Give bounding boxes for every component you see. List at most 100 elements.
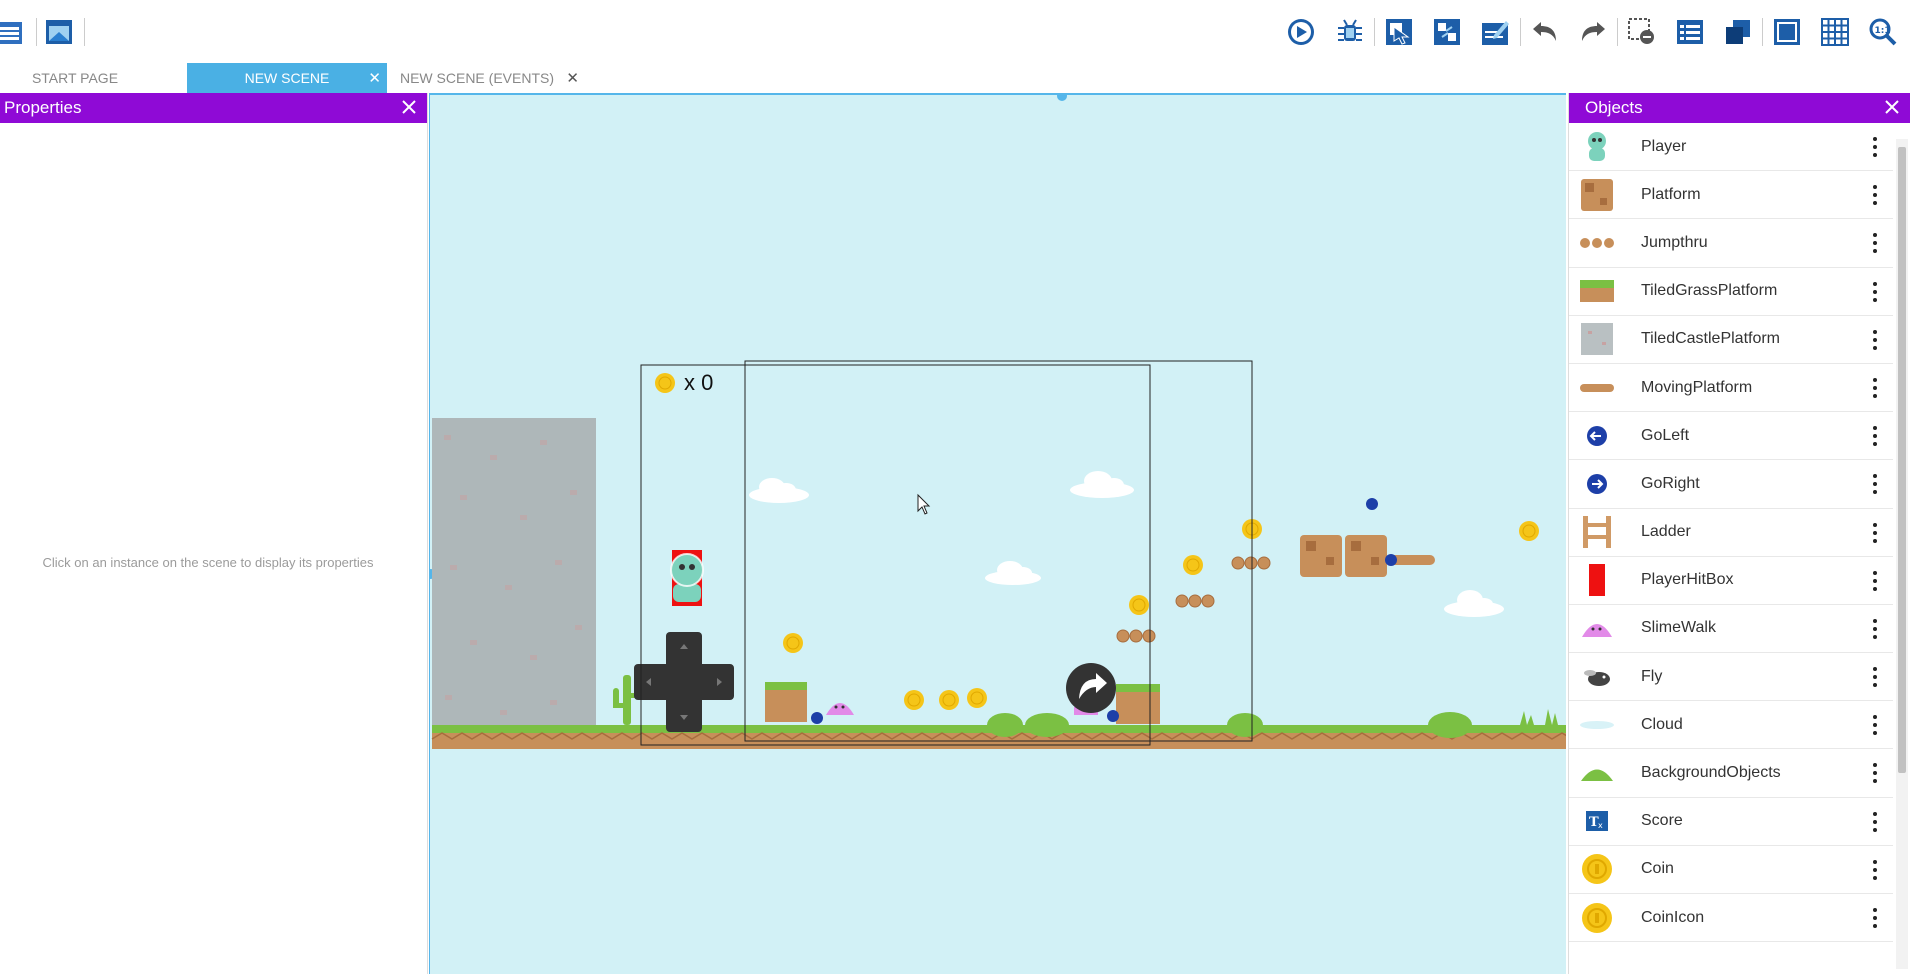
close-icon[interactable] <box>1882 97 1902 117</box>
resize-handle-top[interactable] <box>1057 95 1067 101</box>
list-item-fly[interactable]: Fly <box>1569 653 1893 702</box>
jumpthru-platform[interactable] <box>1231 556 1271 570</box>
grid-icon[interactable] <box>1817 14 1853 50</box>
coin-icon <box>1579 900 1615 936</box>
platform-block[interactable] <box>1345 535 1387 577</box>
list-item-jumpthru[interactable]: Jumpthru <box>1569 219 1893 268</box>
list-item-slime-walk[interactable]: SlimeWalk <box>1569 605 1893 654</box>
go-right-marker[interactable] <box>811 712 823 724</box>
list-item-cloud[interactable]: Cloud <box>1569 701 1893 750</box>
more-icon[interactable] <box>1867 231 1883 255</box>
instances-list-icon[interactable] <box>1672 14 1708 50</box>
object-name: Cloud <box>1641 715 1683 733</box>
objects-editor-icon[interactable] <box>1381 14 1417 50</box>
more-icon[interactable] <box>1867 761 1883 785</box>
jumpthru-platform[interactable] <box>1175 594 1215 608</box>
list-item-go-right[interactable]: GoRight <box>1569 460 1893 509</box>
coin-icon <box>1579 851 1615 887</box>
coin[interactable] <box>904 690 924 710</box>
object-name: Ladder <box>1641 523 1691 541</box>
fly-icon <box>1579 659 1615 695</box>
list-item-ladder[interactable]: Ladder <box>1569 509 1893 557</box>
grass-platform-small[interactable] <box>1116 684 1160 724</box>
tab-new-scene[interactable]: NEW SCENE ✕ <box>187 63 387 93</box>
list-item-coin-icon[interactable]: CoinIcon <box>1569 894 1893 943</box>
bush[interactable] <box>1428 712 1472 738</box>
more-icon[interactable] <box>1867 183 1883 207</box>
platform-block[interactable] <box>1300 535 1342 577</box>
layers-icon[interactable] <box>1720 14 1756 50</box>
go-right-marker[interactable] <box>1385 554 1397 566</box>
go-left-marker[interactable] <box>1107 710 1119 722</box>
list-item-tiled-grass-platform[interactable]: TiledGrassPlatform <box>1569 268 1893 316</box>
more-icon[interactable] <box>1867 906 1883 930</box>
score-text[interactable]: x 0 <box>684 370 713 396</box>
object-name: GoLeft <box>1641 426 1690 444</box>
scene-list-icon[interactable] <box>42 14 78 50</box>
jump-button[interactable] <box>1066 663 1116 713</box>
jumpthru-platform[interactable] <box>1116 629 1156 643</box>
tab-close-icon[interactable]: ✕ <box>368 69 381 87</box>
more-icon[interactable] <box>1867 328 1883 352</box>
project-manager-icon[interactable] <box>0 14 30 50</box>
coin[interactable] <box>783 633 803 653</box>
objects-scrollbar[interactable] <box>1896 139 1908 969</box>
tab-start-page[interactable]: START PAGE <box>0 63 150 93</box>
debugger-icon[interactable] <box>1332 14 1368 50</box>
camera-bounds <box>744 360 1253 742</box>
more-icon[interactable] <box>1867 617 1883 641</box>
coin[interactable] <box>1519 521 1539 541</box>
list-item-player-hitbox[interactable]: PlayerHitBox <box>1569 557 1893 605</box>
go-right-icon <box>1579 466 1615 502</box>
delete-instance-icon[interactable] <box>1624 14 1660 50</box>
list-item-moving-platform[interactable]: MovingPlatform <box>1569 364 1893 413</box>
go-left-marker[interactable] <box>1366 498 1378 510</box>
list-item-background-objects[interactable]: BackgroundObjects <box>1569 749 1893 798</box>
more-icon[interactable] <box>1867 858 1883 882</box>
coin[interactable] <box>939 690 959 710</box>
more-icon[interactable] <box>1867 569 1883 593</box>
redo-icon[interactable] <box>1575 14 1611 50</box>
coin[interactable] <box>1129 595 1149 615</box>
list-item-tiled-castle-platform[interactable]: TiledCastlePlatform <box>1569 316 1893 364</box>
more-icon[interactable] <box>1867 472 1883 496</box>
platform-icon <box>1579 177 1615 213</box>
more-icon[interactable] <box>1867 521 1883 545</box>
window-mask-icon[interactable] <box>1769 14 1805 50</box>
more-icon[interactable] <box>1867 713 1883 737</box>
preview-play-icon[interactable] <box>1283 14 1319 50</box>
castle-platform-icon <box>1579 321 1615 357</box>
tab-new-scene-events[interactable]: NEW SCENE (EVENTS) ✕ <box>387 63 587 93</box>
properties-editor-icon[interactable] <box>1477 14 1513 50</box>
coin[interactable] <box>1183 555 1203 575</box>
object-groups-icon[interactable] <box>1429 14 1465 50</box>
bush[interactable] <box>987 713 1023 737</box>
coin[interactable] <box>967 688 987 708</box>
coin-icon[interactable] <box>655 373 675 393</box>
list-item-platform[interactable]: Platform <box>1569 171 1893 220</box>
undo-icon[interactable] <box>1527 14 1563 50</box>
list-item-coin[interactable]: Coin <box>1569 846 1893 894</box>
list-item-go-left[interactable]: GoLeft <box>1569 412 1893 461</box>
close-icon[interactable] <box>399 97 419 117</box>
player[interactable] <box>670 550 704 606</box>
more-icon[interactable] <box>1867 280 1883 304</box>
bush[interactable] <box>1227 713 1263 737</box>
scene-canvas[interactable]: x 0 <box>429 93 1566 974</box>
dpad-control[interactable] <box>634 632 734 732</box>
more-icon[interactable] <box>1867 135 1883 159</box>
svg-text:x: x <box>1598 821 1603 830</box>
list-item-player[interactable]: Player <box>1569 123 1893 172</box>
tab-close-icon[interactable]: ✕ <box>566 69 579 87</box>
bush[interactable] <box>1025 713 1069 737</box>
list-item-score[interactable]: Tx Score <box>1569 798 1893 846</box>
grass-platform-small[interactable] <box>765 682 807 722</box>
slime-walk[interactable] <box>826 703 854 715</box>
more-icon[interactable] <box>1867 665 1883 689</box>
tiled-castle-platform[interactable] <box>432 418 596 731</box>
zoom-icon[interactable]: 1:1 <box>1865 14 1901 50</box>
more-icon[interactable] <box>1867 376 1883 400</box>
more-icon[interactable] <box>1867 424 1883 448</box>
more-icon[interactable] <box>1867 810 1883 834</box>
scrollbar-thumb[interactable] <box>1898 147 1906 773</box>
